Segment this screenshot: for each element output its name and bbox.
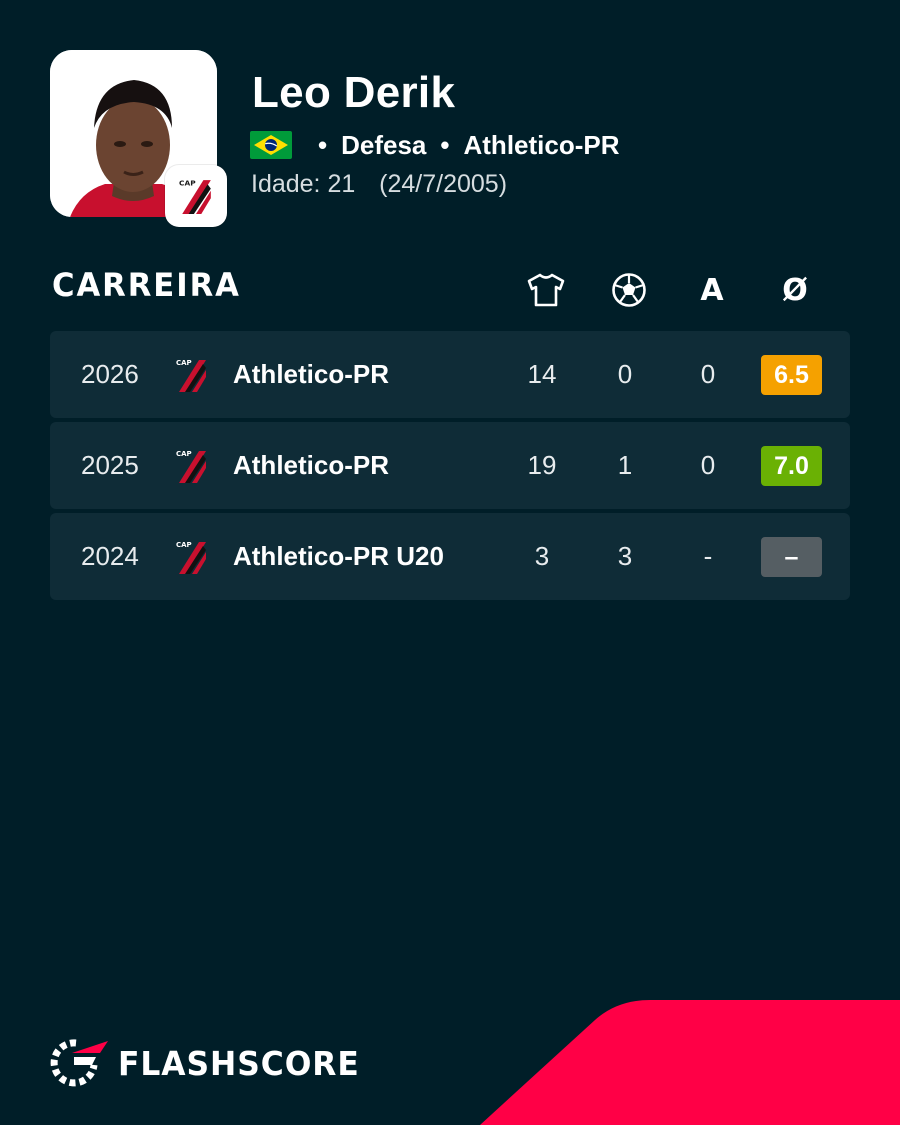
appearances-column-header (521, 270, 571, 310)
career-title: CARREIRA (52, 266, 241, 304)
season-year: 2025 (81, 450, 139, 480)
season-year: 2024 (81, 541, 139, 571)
goals-column-header (604, 270, 654, 310)
football-icon (612, 273, 646, 307)
rating-column-header: Ø (770, 270, 820, 310)
player-meta: • Defesa • Athletico-PR (250, 128, 620, 162)
assists-value: 0 (700, 359, 716, 389)
average-rating-label: Ø (782, 272, 808, 308)
flashscore-logo-icon (50, 1039, 108, 1087)
appearances-value: 14 (527, 359, 557, 389)
season-year: 2026 (81, 359, 139, 389)
appearances-value: 19 (527, 450, 557, 480)
svg-text:CAP: CAP (176, 450, 192, 458)
goals-value: 0 (617, 359, 633, 389)
athletico-logo-icon: CAP (176, 541, 206, 574)
separator-dot: • (318, 129, 328, 160)
jersey-icon (527, 273, 565, 307)
age-label: Idade: 21 (251, 170, 356, 198)
appearances-value: 3 (534, 541, 550, 571)
assists-column-header: A (687, 270, 737, 310)
team-name: Athletico-PR (233, 450, 389, 480)
career-row: 2026 CAP Athletico-PR 14 0 0 6.5 (50, 331, 850, 418)
goals-value: 1 (617, 450, 633, 480)
athletico-logo-icon: CAP (176, 450, 206, 483)
assists-value: - (703, 541, 713, 571)
birth-date: (24/7/2005) (379, 170, 508, 198)
player-position: Defesa (341, 129, 427, 160)
career-row: 2024 CAP Athletico-PR U20 3 3 - – (50, 513, 850, 600)
flashscore-brand: FLASHSCORE (50, 1038, 373, 1088)
brazil-flag-icon (250, 131, 292, 159)
team-name: Athletico-PR (233, 359, 389, 389)
club-badge: CAP (165, 165, 227, 227)
svg-text:CAP: CAP (176, 359, 192, 367)
rating-badge: – (761, 537, 822, 577)
separator-dot: • (440, 129, 450, 160)
svg-text:CAP: CAP (179, 178, 196, 187)
svg-text:CAP: CAP (176, 541, 192, 549)
player-age: Idade: 21 (24/7/2005) (251, 170, 507, 199)
athletico-logo-icon: CAP (179, 178, 211, 214)
assists-label: A (700, 272, 724, 308)
player-club: Athletico-PR (463, 129, 620, 160)
rating-badge: 7.0 (761, 446, 822, 486)
athletico-logo-icon: CAP (176, 359, 206, 392)
goals-value: 3 (617, 541, 633, 571)
player-name: Leo Derik (252, 68, 456, 117)
assists-value: 0 (700, 450, 716, 480)
career-row: 2025 CAP Athletico-PR 19 1 0 7.0 (50, 422, 850, 509)
brand-name: FLASHSCORE (118, 1043, 360, 1083)
team-name: Athletico-PR U20 (233, 541, 444, 571)
rating-badge: 6.5 (761, 355, 822, 395)
